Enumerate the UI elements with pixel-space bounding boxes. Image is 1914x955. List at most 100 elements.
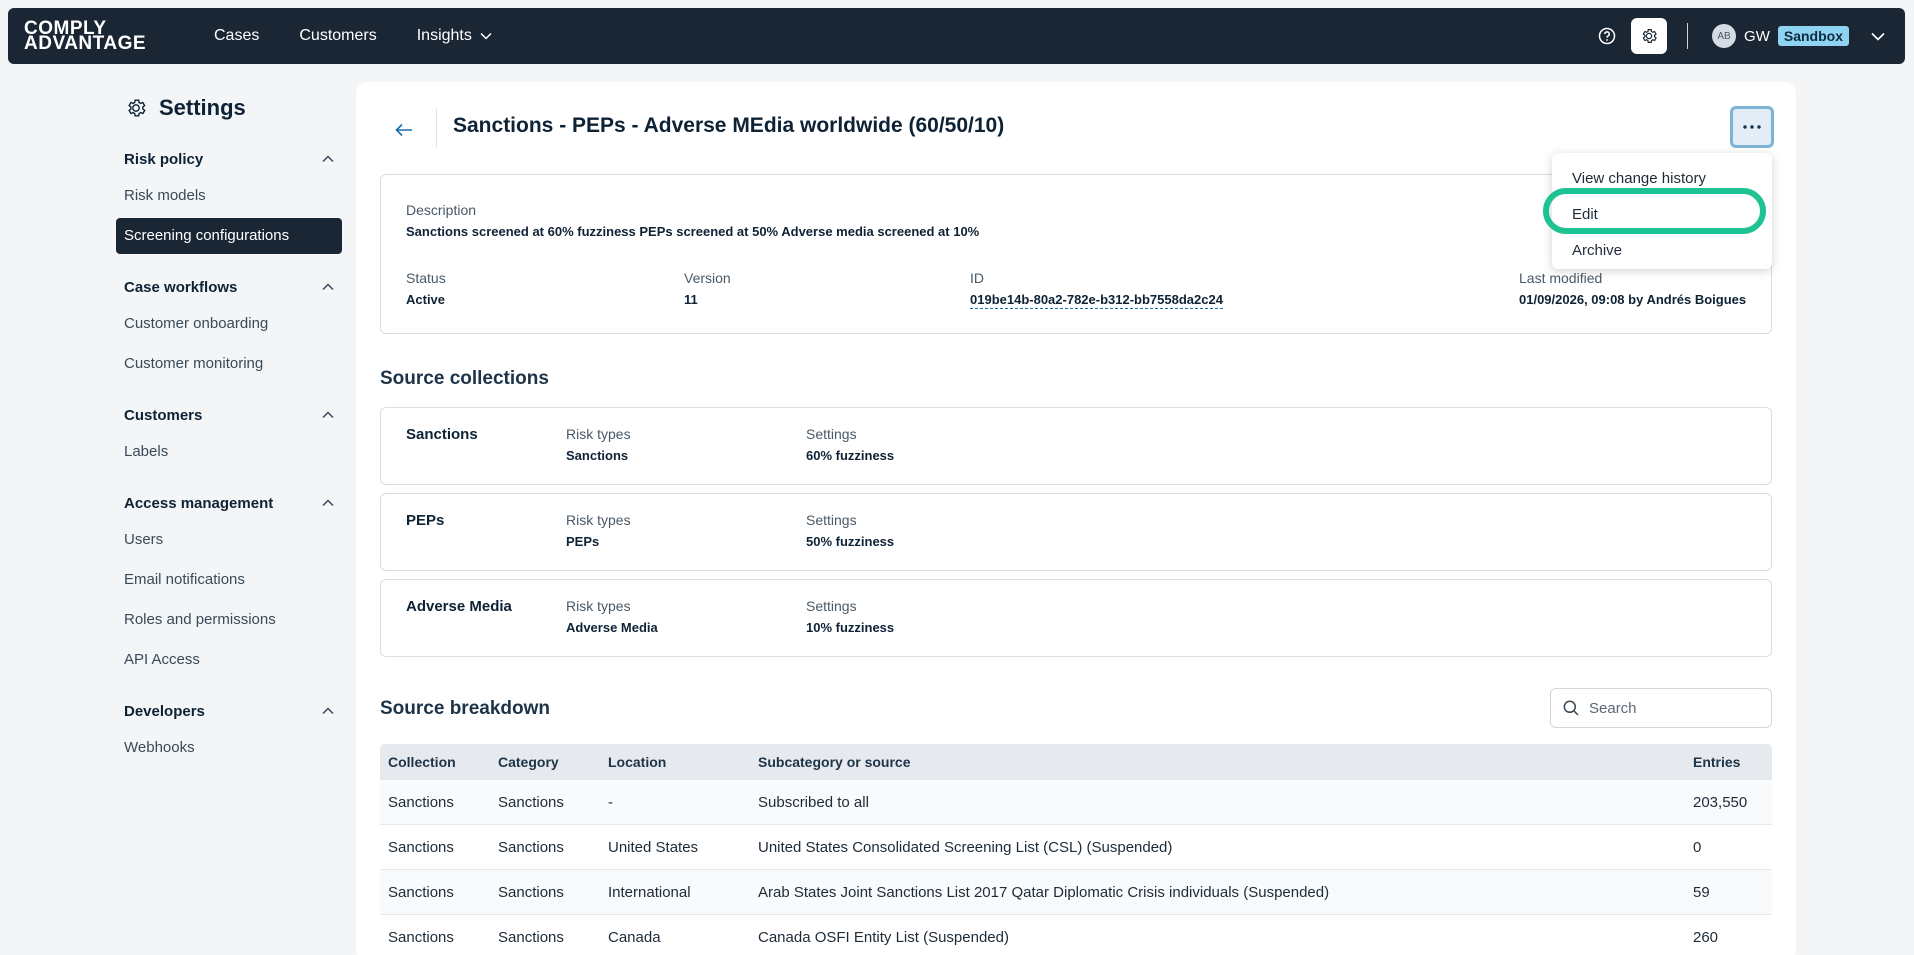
cell-entries: 59 bbox=[1693, 883, 1710, 901]
last-modified-field: Last modified 01/09/2026, 09:08 by André… bbox=[1519, 270, 1746, 307]
sidebar-section-toggle[interactable]: Access management bbox=[116, 492, 342, 514]
table-row[interactable]: Sanctions Sanctions - Subscribed to all … bbox=[380, 780, 1772, 825]
column-header-collection[interactable]: Collection bbox=[380, 754, 490, 770]
sidebar-section-risk-policy: Risk policy Risk models Screening config… bbox=[116, 148, 342, 254]
sidebar-item-webhooks[interactable]: Webhooks bbox=[116, 730, 342, 766]
sidebar-section-toggle[interactable]: Customers bbox=[116, 404, 342, 426]
chevron-down-icon bbox=[1871, 32, 1885, 41]
nav-insights-label: Insights bbox=[416, 27, 472, 44]
sidebar-item-labels[interactable]: Labels bbox=[116, 434, 342, 470]
status-label: Status bbox=[406, 270, 446, 286]
table-row[interactable]: Sanctions Sanctions United States United… bbox=[380, 825, 1772, 870]
sidebar-section-toggle[interactable]: Developers bbox=[116, 700, 342, 722]
account-menu-toggle[interactable] bbox=[1871, 32, 1885, 41]
divider bbox=[1687, 23, 1689, 49]
search-box[interactable] bbox=[1550, 688, 1772, 728]
version-value: 11 bbox=[684, 292, 698, 307]
version-label: Version bbox=[684, 270, 731, 286]
cell-collection: Sanctions bbox=[388, 883, 454, 901]
cell-category: Sanctions bbox=[498, 793, 564, 811]
sidebar-item-roles-permissions[interactable]: Roles and permissions bbox=[116, 602, 342, 638]
cell-category: Sanctions bbox=[498, 928, 564, 946]
settings-sidebar: Settings Risk policy Risk models Screeni… bbox=[116, 90, 342, 766]
source-breakdown-table: Collection Category Location Subcategory… bbox=[380, 744, 1772, 955]
sidebar-item-api-access[interactable]: API Access bbox=[116, 642, 342, 678]
status-field: Status Active bbox=[406, 270, 446, 307]
nav-customers-label: Customers bbox=[299, 27, 377, 44]
cell-category: Sanctions bbox=[498, 838, 564, 856]
cell-entries: 0 bbox=[1693, 838, 1702, 856]
column-header-entries[interactable]: Entries bbox=[1685, 754, 1772, 770]
help-button[interactable] bbox=[1589, 18, 1625, 54]
risk-types-value: Sanctions bbox=[566, 448, 629, 463]
more-actions-button[interactable] bbox=[1730, 106, 1774, 148]
description-value: Sanctions screened at 60% fuzziness PEPs… bbox=[406, 224, 980, 239]
section-label: Access management bbox=[124, 494, 274, 512]
sidebar-item-customer-monitoring[interactable]: Customer monitoring bbox=[116, 346, 342, 382]
sidebar-item-risk-models[interactable]: Risk models bbox=[116, 178, 342, 214]
nav-cases[interactable]: Cases bbox=[194, 27, 279, 45]
risk-types-label: Risk types bbox=[566, 512, 631, 528]
risk-types-label: Risk types bbox=[566, 426, 631, 442]
arrow-left-icon bbox=[395, 123, 412, 137]
collection-card-adverse-media: Adverse Media Risk types Adverse Media Se… bbox=[380, 579, 1772, 657]
comply-advantage-logo[interactable]: COMPLY ADVANTAGE bbox=[24, 19, 174, 54]
menu-item-archive[interactable]: Archive bbox=[1552, 233, 1772, 269]
settings-value: 50% fuzziness bbox=[806, 534, 895, 549]
menu-item-edit[interactable]: Edit bbox=[1552, 197, 1772, 233]
collection-name: Sanctions bbox=[406, 426, 478, 443]
cell-subcategory: United States Consolidated Screening Lis… bbox=[758, 838, 1173, 856]
sidebar-title-text: Settings bbox=[159, 95, 246, 120]
last-modified-label: Last modified bbox=[1519, 270, 1603, 286]
section-label: Developers bbox=[124, 702, 205, 720]
sidebar-section-toggle[interactable]: Case workflows bbox=[116, 276, 342, 298]
sidebar-section-developers: Developers Webhooks bbox=[116, 700, 342, 766]
collection-name: PEPs bbox=[406, 512, 445, 529]
table-row[interactable]: Sanctions Sanctions International Arab S… bbox=[380, 870, 1772, 915]
sidebar-section-toggle[interactable]: Risk policy bbox=[116, 148, 342, 170]
logo-line-2: ADVANTAGE bbox=[24, 33, 147, 54]
section-label: Customers bbox=[124, 406, 203, 424]
sidebar-item-customer-onboarding[interactable]: Customer onboarding bbox=[116, 306, 342, 342]
cell-entries: 260 bbox=[1693, 928, 1719, 946]
column-header-location[interactable]: Location bbox=[600, 754, 750, 770]
cell-location: United States bbox=[608, 838, 699, 856]
page-title: Sanctions - PEPs - Adverse MEdia worldwi… bbox=[453, 114, 1005, 137]
search-input[interactable] bbox=[1589, 699, 1749, 717]
id-value-copyable[interactable]: 019be14b-80a2-782e-b312-bb7558da2c24 bbox=[970, 292, 1223, 309]
top-navigation-bar: COMPLY ADVANTAGE Cases Customers Insight… bbox=[8, 8, 1905, 64]
column-header-category[interactable]: Category bbox=[490, 754, 600, 770]
settings-button[interactable] bbox=[1631, 18, 1668, 54]
menu-item-view-change-history[interactable]: View change history bbox=[1552, 161, 1772, 197]
gear-icon bbox=[1642, 29, 1657, 43]
main-nav: Cases Customers Insights bbox=[194, 27, 512, 45]
column-header-subcategory[interactable]: Subcategory or source bbox=[750, 754, 1685, 770]
table-row[interactable]: Sanctions Sanctions Canada Canada OSFI E… bbox=[380, 915, 1772, 955]
nav-insights[interactable]: Insights bbox=[397, 27, 512, 45]
more-actions-menu: View change history Edit Archive bbox=[1552, 153, 1772, 269]
sidebar-section-access-management: Access management Users Email notificati… bbox=[116, 492, 342, 678]
collection-card-peps: PEPs Risk types PEPs Settings 50% fuzzines… bbox=[380, 493, 1772, 571]
nav-customers[interactable]: Customers bbox=[279, 27, 396, 45]
sidebar-item-email-notifications[interactable]: Email notifications bbox=[116, 562, 342, 598]
more-horizontal-icon bbox=[1743, 125, 1761, 129]
cell-location: - bbox=[608, 793, 613, 811]
table-header: Collection Category Location Subcategory… bbox=[380, 744, 1772, 780]
settings-value: 60% fuzziness bbox=[806, 448, 895, 463]
risk-types-value: PEPs bbox=[566, 534, 600, 549]
source-collections-heading: Source collections bbox=[380, 368, 549, 389]
settings-label: Settings bbox=[806, 512, 857, 528]
description-label: Description bbox=[406, 202, 477, 218]
id-field: ID 019be14b-80a2-782e-b312-bb7558da2c24 bbox=[970, 270, 1223, 309]
back-button[interactable] bbox=[386, 112, 422, 148]
nav-cases-label: Cases bbox=[214, 27, 260, 44]
sidebar-item-users[interactable]: Users bbox=[116, 522, 342, 558]
chevron-up-icon bbox=[322, 411, 334, 419]
id-label: ID bbox=[970, 270, 984, 286]
source-breakdown-heading: Source breakdown bbox=[380, 698, 550, 719]
sidebar-item-screening-configurations[interactable]: Screening configurations bbox=[116, 218, 342, 254]
avatar[interactable]: AB bbox=[1712, 24, 1737, 48]
chevron-up-icon bbox=[322, 499, 334, 507]
section-label: Risk policy bbox=[124, 150, 204, 168]
risk-types-value: Adverse Media bbox=[566, 620, 658, 635]
